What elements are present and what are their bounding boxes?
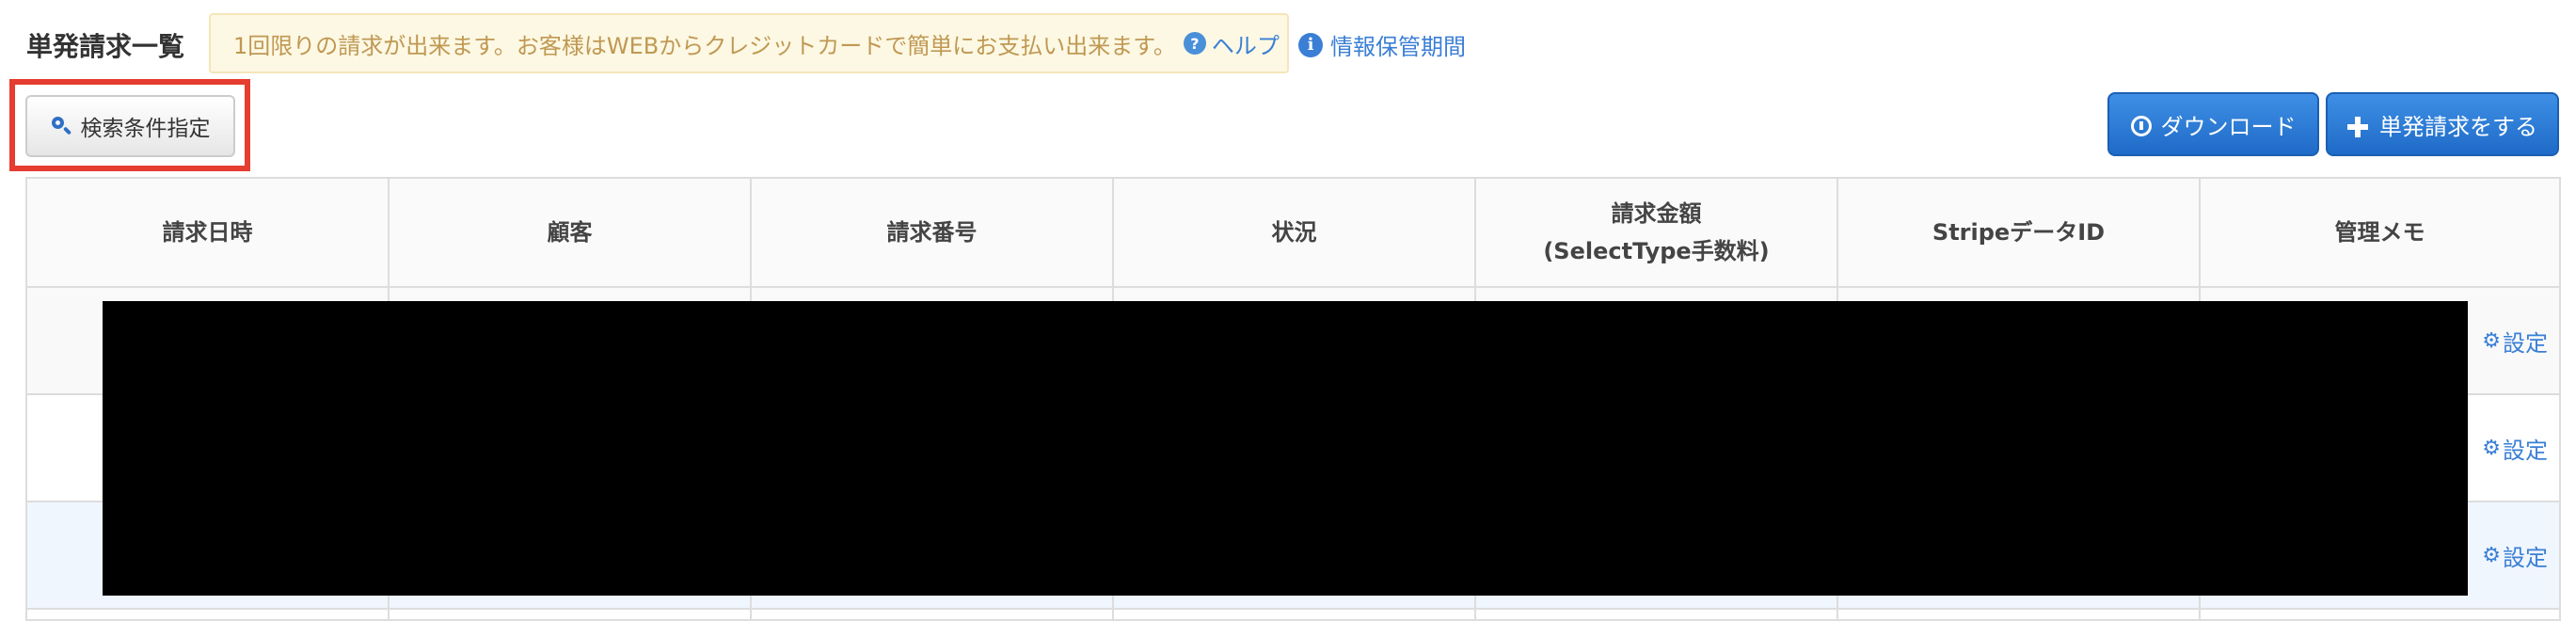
plus-icon	[2347, 117, 2368, 137]
table-cell	[1112, 608, 1476, 621]
table-header-row: 請求日時 顧客 請求番号 状況 請求金額 (SelectType手数料) Str…	[25, 177, 2561, 288]
download-button[interactable]: ダウンロード	[2107, 92, 2319, 156]
gear-icon: ⚙	[2482, 543, 2501, 567]
search-conditions-button[interactable]: 検索条件指定	[25, 95, 235, 157]
column-header-bill-number[interactable]: 請求番号	[750, 177, 1114, 288]
search-icon	[51, 116, 72, 136]
column-header-memo[interactable]: 管理メモ	[2199, 177, 2561, 288]
help-link[interactable]: ? ヘルプ	[1183, 27, 1280, 60]
notice-text: 1回限りの請求が出来ます。お客様はWEBからクレジットカードで簡単にお支払い出来…	[233, 32, 1176, 59]
settings-label: 設定	[2503, 329, 2548, 357]
table-cell	[1837, 608, 2201, 621]
redacted-region	[103, 301, 2468, 596]
page-title: 単発請求一覧	[26, 31, 185, 62]
column-header-customer[interactable]: 顧客	[388, 177, 752, 288]
settings-label: 設定	[2503, 544, 2548, 571]
page-header: 単発請求一覧 1回限りの請求が出来ます。お客様はWEBからクレジットカードで簡単…	[0, 0, 2576, 75]
column-header-billed-at[interactable]: 請求日時	[25, 177, 390, 288]
gear-icon: ⚙	[2482, 436, 2501, 460]
search-button-label: 検索条件指定	[80, 117, 211, 141]
download-button-label: ダウンロード	[2160, 113, 2297, 140]
info-circle-icon: i	[1298, 32, 1323, 57]
settings-label: 設定	[2503, 437, 2548, 464]
retention-period-link[interactable]: i 情報保管期間	[1298, 28, 1466, 61]
table-cell	[388, 608, 752, 621]
table-cell	[750, 608, 1114, 621]
table-cell	[25, 608, 390, 621]
new-bill-button-label: 単発請求をする	[2379, 113, 2537, 140]
table-row	[25, 608, 2561, 621]
amount-header-sub-label: (SelectType手数料)	[1543, 238, 1770, 264]
settings-link[interactable]: ⚙ 設定	[2482, 539, 2548, 572]
column-header-status[interactable]: 状況	[1112, 177, 1476, 288]
settings-link[interactable]: ⚙ 設定	[2482, 432, 2548, 465]
notice-banner: 1回限りの請求が出来ます。お客様はWEBからクレジットカードで簡単にお支払い出来…	[209, 13, 1289, 73]
help-label: ヘルプ	[1211, 32, 1280, 59]
download-icon	[2130, 116, 2152, 136]
amount-header-label: 請求金額	[1611, 200, 1702, 227]
column-header-amount[interactable]: 請求金額 (SelectType手数料)	[1474, 177, 1838, 288]
table-cell	[1474, 608, 1838, 621]
column-header-stripe-id[interactable]: StripeデータID	[1837, 177, 2201, 288]
table-cell	[2199, 608, 2561, 621]
settings-link[interactable]: ⚙ 設定	[2482, 325, 2548, 358]
retention-label: 情報保管期間	[1330, 34, 1466, 60]
gear-icon: ⚙	[2482, 328, 2501, 353]
question-circle-icon: ?	[1183, 32, 1206, 55]
new-single-bill-button[interactable]: 単発請求をする	[2326, 92, 2559, 156]
